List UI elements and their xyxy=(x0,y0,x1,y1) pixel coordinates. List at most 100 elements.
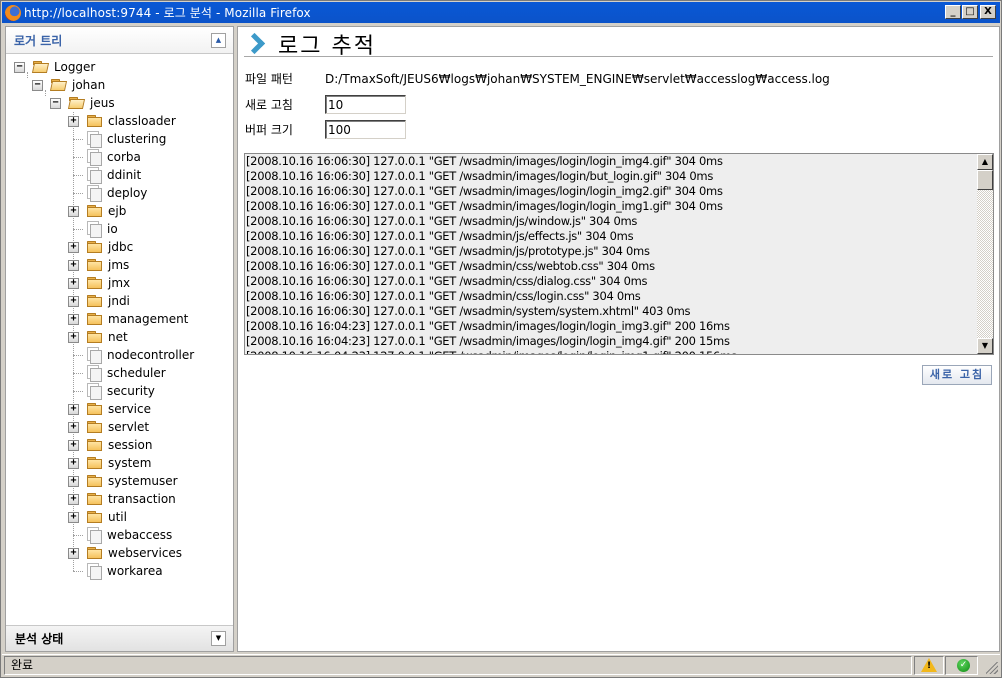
tree-node-security[interactable]: security xyxy=(68,382,155,400)
folder-icon xyxy=(87,205,102,217)
tree-node-jmx[interactable]: + jmx xyxy=(68,274,130,292)
expand-icon[interactable]: + xyxy=(68,295,79,307)
firefox-icon xyxy=(5,4,21,21)
tree-node-label: service xyxy=(108,402,151,416)
document-icon xyxy=(87,149,102,166)
tree-node-johan[interactable]: − johan xyxy=(32,76,105,94)
expand-icon[interactable]: + xyxy=(68,205,79,217)
tree-node-jeus[interactable]: − jeus xyxy=(50,94,115,112)
tree-node-jdbc[interactable]: + jdbc xyxy=(68,238,133,256)
tree-node-util[interactable]: + util xyxy=(68,508,127,526)
tree-node-ddinit[interactable]: ddinit xyxy=(68,166,141,184)
tree-node-logger[interactable]: − Logger xyxy=(14,58,95,76)
log-line: [2008.10.16 16:06:30] 127.0.0.1 "GET /ws… xyxy=(246,199,723,213)
folder-icon xyxy=(87,403,102,415)
analysis-status-title: 분석 상태 xyxy=(15,632,64,646)
tree-node-scheduler[interactable]: scheduler xyxy=(68,364,166,382)
log-line: [2008.10.16 16:06:30] 127.0.0.1 "GET /ws… xyxy=(246,304,691,318)
expand-down-icon[interactable]: ▼ xyxy=(211,631,226,646)
ok-cell[interactable]: ✓ xyxy=(945,656,978,675)
logger-tree-title: 로거 트리 xyxy=(14,33,63,48)
tree-node-label: management xyxy=(108,312,189,326)
document-icon xyxy=(87,527,102,544)
log-line: [2008.10.16 16:06:30] 127.0.0.1 "GET /ws… xyxy=(246,184,723,198)
tree-node-deploy[interactable]: deploy xyxy=(68,184,147,202)
tree-node-jms[interactable]: + jms xyxy=(68,256,129,274)
refresh-interval-input[interactable] xyxy=(325,95,406,114)
tree-node-io[interactable]: io xyxy=(68,220,118,238)
expand-icon[interactable]: + xyxy=(68,259,79,271)
tree-node-label: jeus xyxy=(90,96,115,110)
collapse-icon[interactable]: − xyxy=(14,61,25,73)
tree-node-net[interactable]: + net xyxy=(68,328,128,346)
log-line: [2008.10.16 16:06:30] 127.0.0.1 "GET /ws… xyxy=(246,154,723,168)
tree-node-label: clustering xyxy=(107,132,167,146)
expand-icon[interactable]: + xyxy=(68,115,79,127)
tree-node-label: io xyxy=(107,222,118,236)
tree-node-management[interactable]: + management xyxy=(68,310,188,328)
close-button[interactable]: X xyxy=(980,5,996,19)
scroll-thumb[interactable] xyxy=(977,170,993,190)
analysis-status-header[interactable]: 분석 상태 ▼ xyxy=(6,625,233,651)
expand-icon[interactable]: + xyxy=(68,421,79,433)
page-title-text: 로그 추적 xyxy=(278,33,376,59)
refresh-button[interactable]: 새로 고침 xyxy=(922,365,992,385)
resize-grip-icon[interactable] xyxy=(986,662,998,674)
tree-node-label: security xyxy=(107,384,155,398)
tree-node-workarea[interactable]: workarea xyxy=(68,562,163,580)
expand-icon[interactable]: + xyxy=(68,547,79,559)
expand-icon[interactable]: + xyxy=(68,277,79,289)
expand-icon[interactable]: + xyxy=(68,241,79,253)
folder-icon xyxy=(87,259,102,271)
tree-node-system[interactable]: + system xyxy=(68,454,151,472)
expand-icon[interactable]: + xyxy=(68,403,79,415)
tree-node-ejb[interactable]: + ejb xyxy=(68,202,126,220)
collapse-up-icon[interactable]: ▲ xyxy=(211,33,226,48)
scroll-down-icon[interactable]: ▼ xyxy=(977,338,993,354)
folder-icon xyxy=(87,313,102,325)
tree-node-session[interactable]: + session xyxy=(68,436,152,454)
scroll-up-icon[interactable]: ▲ xyxy=(977,154,993,170)
log-line: [2008.10.16 16:06:30] 127.0.0.1 "GET /ws… xyxy=(246,244,650,258)
tree-node-label: nodecontroller xyxy=(107,348,195,362)
ok-check-icon: ✓ xyxy=(957,659,970,672)
tree-node-transaction[interactable]: + transaction xyxy=(68,490,176,508)
tree-node-label: webservices xyxy=(108,546,183,560)
tree-node-label: system xyxy=(108,456,152,470)
collapse-icon[interactable]: − xyxy=(32,79,43,91)
tree-node-classloader[interactable]: + classloader xyxy=(68,112,176,130)
buffer-size-input[interactable] xyxy=(325,120,406,139)
tree-node-jndi[interactable]: + jndi xyxy=(68,292,130,310)
collapse-icon[interactable]: − xyxy=(50,97,61,109)
log-line: [2008.10.16 16:06:30] 127.0.0.1 "GET /ws… xyxy=(246,214,638,228)
tree-node-webservices[interactable]: + webservices xyxy=(68,544,182,562)
tree-node-nodecontroller[interactable]: nodecontroller xyxy=(68,346,194,364)
tree-node-service[interactable]: + service xyxy=(68,400,151,418)
expand-icon[interactable]: + xyxy=(68,457,79,469)
log-scrollbar[interactable]: ▲ ▼ xyxy=(977,154,993,354)
expand-icon[interactable]: + xyxy=(68,475,79,487)
tree-node-corba[interactable]: corba xyxy=(68,148,141,166)
tree-node-webaccess[interactable]: webaccess xyxy=(68,526,172,544)
folder-icon xyxy=(87,277,102,289)
expand-icon[interactable]: + xyxy=(68,439,79,451)
log-output[interactable]: [2008.10.16 16:06:30] 127.0.0.1 "GET /ws… xyxy=(244,153,994,355)
expand-icon[interactable]: + xyxy=(68,313,79,325)
expand-icon[interactable]: + xyxy=(68,493,79,505)
warning-cell[interactable]: ! xyxy=(914,656,944,675)
tree-node-systemuser[interactable]: + systemuser xyxy=(68,472,178,490)
log-line: [2008.10.16 16:06:30] 127.0.0.1 "GET /ws… xyxy=(246,274,648,288)
expand-icon[interactable]: + xyxy=(68,331,79,343)
tree-node-clustering[interactable]: clustering xyxy=(68,130,166,148)
tree-node-label: webaccess xyxy=(107,528,173,542)
minimize-button[interactable]: _ xyxy=(945,5,961,19)
maximize-button[interactable]: □ xyxy=(962,5,978,19)
expand-icon[interactable]: + xyxy=(68,511,79,523)
tree-node-servlet[interactable]: + servlet xyxy=(68,418,149,436)
document-icon xyxy=(87,563,102,580)
refresh-interval-row: 새로 고침 xyxy=(245,95,406,114)
refresh-interval-label: 새로 고침 xyxy=(245,98,293,112)
tree-node-label: Logger xyxy=(54,60,96,74)
tree-node-label: ejb xyxy=(108,204,127,218)
logger-tree-header[interactable]: 로거 트리 ▲ xyxy=(6,27,233,54)
